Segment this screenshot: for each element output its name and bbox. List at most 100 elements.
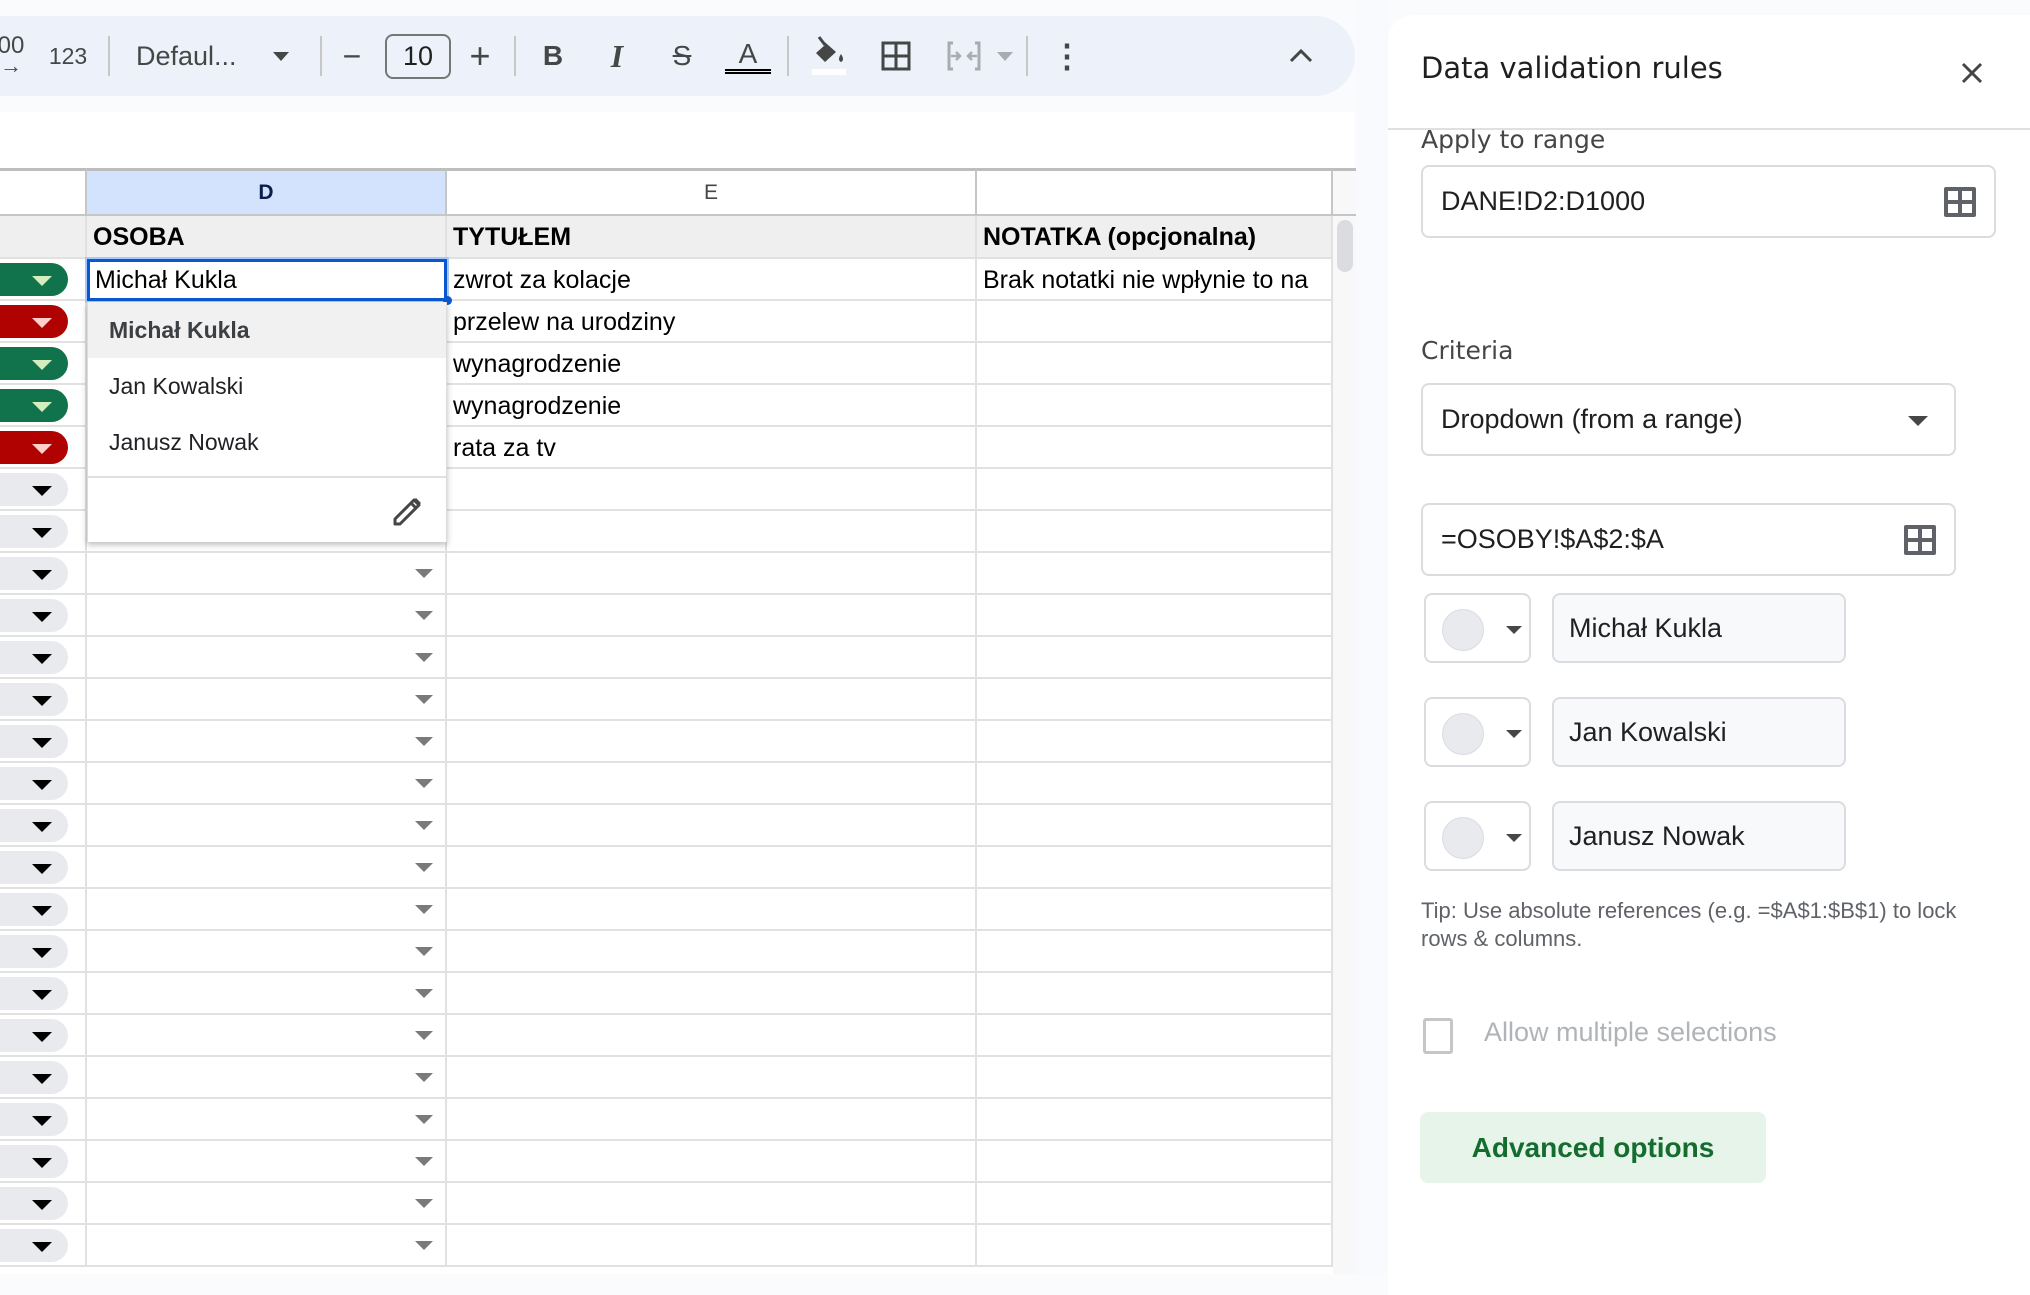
item-color-picker[interactable] — [1424, 593, 1531, 663]
column-header-f[interactable] — [977, 168, 1333, 216]
cell-notatka[interactable] — [977, 469, 1333, 511]
cell-notatka[interactable] — [977, 1141, 1333, 1183]
merge-cells-button[interactable] — [944, 16, 984, 96]
status-chip[interactable] — [0, 1145, 68, 1178]
chevron-down-icon[interactable] — [415, 611, 433, 620]
allow-multiple-checkbox[interactable] — [1423, 1018, 1453, 1054]
status-chip[interactable] — [0, 473, 68, 506]
cell-tytulem[interactable]: wynagrodzenie — [447, 385, 977, 427]
cell-tytulem[interactable] — [447, 511, 977, 553]
dropdown-item-input[interactable]: Jan Kowalski — [1552, 697, 1846, 767]
cell-status[interactable] — [0, 889, 87, 931]
merge-options-button[interactable] — [996, 16, 1014, 96]
cell-notatka[interactable] — [977, 553, 1333, 595]
cell-status[interactable] — [0, 469, 87, 511]
cell-notatka[interactable] — [977, 931, 1333, 973]
cell-osoba[interactable] — [87, 889, 447, 931]
cell-tytulem[interactable] — [447, 469, 977, 511]
chevron-down-icon[interactable] — [415, 653, 433, 662]
cell-c1[interactable] — [0, 216, 87, 259]
cell-tytulem[interactable] — [447, 553, 977, 595]
cell-notatka[interactable] — [977, 511, 1333, 553]
edit-dropdown-button[interactable] — [390, 495, 424, 529]
chevron-down-icon[interactable] — [415, 779, 433, 788]
criteria-select[interactable]: Dropdown (from a range) — [1421, 383, 1956, 456]
bold-button[interactable]: B — [537, 16, 569, 96]
cell-notatka[interactable] — [977, 1015, 1333, 1057]
select-range-icon[interactable] — [1944, 187, 1976, 217]
status-chip[interactable] — [0, 893, 68, 926]
dropdown-option-jan-kowalski[interactable]: Jan Kowalski — [88, 358, 446, 414]
apply-to-range-input[interactable]: DANE!D2:D1000 — [1421, 165, 1996, 238]
column-header-e[interactable]: E — [447, 168, 977, 216]
cell-status[interactable] — [0, 553, 87, 595]
status-chip[interactable] — [0, 683, 68, 716]
cell-status[interactable] — [0, 1057, 87, 1099]
chevron-down-icon[interactable] — [415, 1199, 433, 1208]
chevron-down-icon[interactable] — [415, 569, 433, 578]
cell-osoba[interactable] — [87, 973, 447, 1015]
close-panel-button[interactable] — [1954, 55, 1990, 91]
cell-status[interactable] — [0, 805, 87, 847]
status-chip[interactable] — [0, 767, 68, 800]
cell-tytulem[interactable] — [447, 847, 977, 889]
status-chip[interactable] — [0, 515, 68, 548]
status-chip[interactable] — [0, 347, 68, 380]
cell-tytulem[interactable] — [447, 1099, 977, 1141]
cell-tytulem-header[interactable]: TYTUŁEM — [447, 216, 977, 259]
cell-osoba[interactable] — [87, 1015, 447, 1057]
cell-status[interactable] — [0, 511, 87, 553]
dropdown-option-michal-kukla[interactable]: Michał Kukla — [88, 302, 446, 358]
cell-notatka-header[interactable]: NOTATKA (opcjonalna) — [977, 216, 1333, 259]
borders-button[interactable] — [878, 16, 914, 96]
active-cell-d2[interactable]: Michał Kukla — [87, 259, 447, 301]
cell-status[interactable] — [0, 1099, 87, 1141]
cell-osoba[interactable] — [87, 1225, 447, 1267]
status-chip[interactable] — [0, 935, 68, 968]
decrease-font-size-button[interactable]: − — [336, 16, 368, 96]
chevron-down-icon[interactable] — [415, 905, 433, 914]
dropdown-item-input[interactable]: Janusz Nowak — [1552, 801, 1846, 871]
cell-tytulem[interactable] — [447, 1015, 977, 1057]
advanced-options-button[interactable]: Advanced options — [1420, 1112, 1766, 1183]
cell-notatka[interactable] — [977, 679, 1333, 721]
chevron-down-icon[interactable] — [415, 989, 433, 998]
scrollbar-thumb[interactable] — [1337, 220, 1353, 272]
cell-osoba[interactable] — [87, 1099, 447, 1141]
cell-tytulem[interactable]: rata za tv — [447, 427, 977, 469]
cell-notatka[interactable] — [977, 763, 1333, 805]
cell-notatka[interactable] — [977, 805, 1333, 847]
formula-bar[interactable] — [0, 112, 1355, 168]
cell-tytulem[interactable]: przelew na urodziny — [447, 301, 977, 343]
cell-status[interactable] — [0, 301, 87, 343]
cell-notatka[interactable] — [977, 1057, 1333, 1099]
cell-notatka[interactable] — [977, 847, 1333, 889]
cell-notatka[interactable] — [977, 889, 1333, 931]
dropdown-option-janusz-nowak[interactable]: Janusz Nowak — [88, 414, 446, 470]
status-chip[interactable] — [0, 389, 68, 422]
chevron-down-icon[interactable] — [415, 947, 433, 956]
status-chip[interactable] — [0, 1187, 68, 1220]
status-chip[interactable] — [0, 1061, 68, 1094]
status-chip[interactable] — [0, 977, 68, 1010]
status-chip[interactable] — [0, 599, 68, 632]
cell-notatka[interactable] — [977, 721, 1333, 763]
cell-notatka[interactable] — [977, 385, 1333, 427]
chevron-down-icon[interactable] — [415, 1115, 433, 1124]
cell-status[interactable] — [0, 343, 87, 385]
chevron-down-icon[interactable] — [415, 1241, 433, 1250]
chevron-down-icon[interactable] — [415, 695, 433, 704]
item-color-picker[interactable] — [1424, 697, 1531, 767]
cell-notatka[interactable] — [977, 595, 1333, 637]
cell-osoba[interactable] — [87, 763, 447, 805]
chevron-down-icon[interactable] — [415, 1157, 433, 1166]
status-chip[interactable] — [0, 851, 68, 884]
cell-osoba[interactable] — [87, 847, 447, 889]
chevron-down-icon[interactable] — [415, 737, 433, 746]
cell-status[interactable] — [0, 1015, 87, 1057]
cell-notatka[interactable] — [977, 1099, 1333, 1141]
cell-status[interactable] — [0, 973, 87, 1015]
cell-status[interactable] — [0, 385, 87, 427]
cell-notatka[interactable] — [977, 427, 1333, 469]
cell-osoba[interactable] — [87, 931, 447, 973]
